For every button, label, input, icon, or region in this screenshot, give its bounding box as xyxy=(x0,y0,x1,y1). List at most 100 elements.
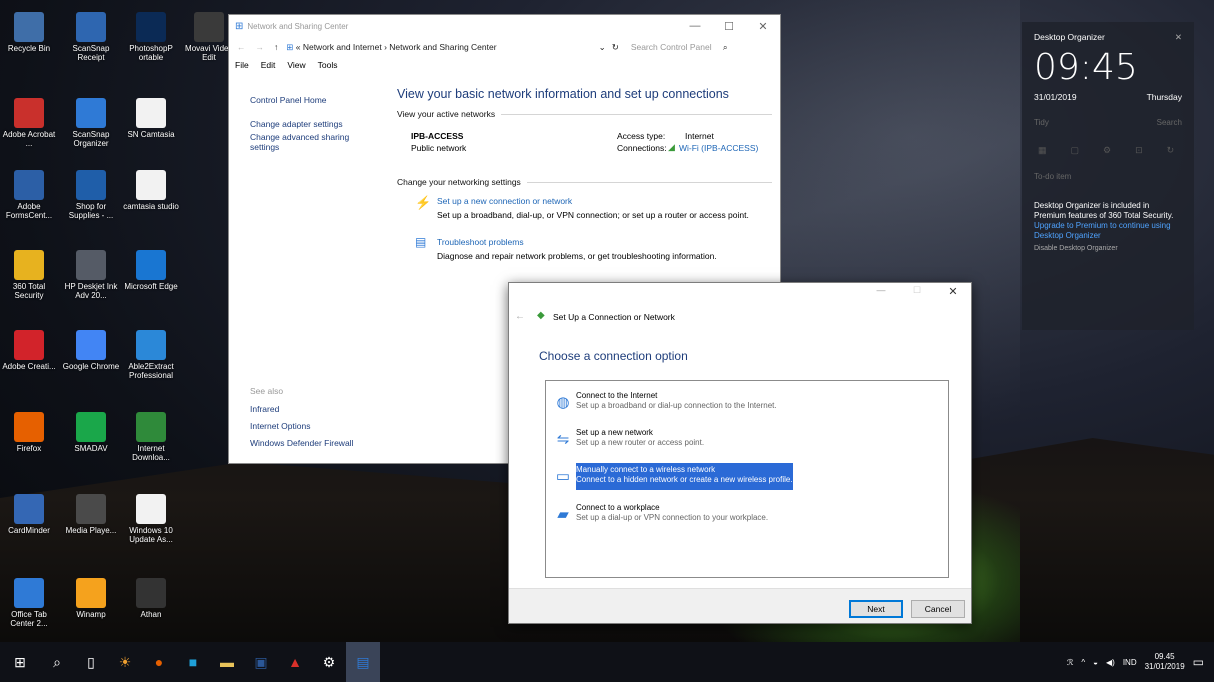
desktop-icon[interactable]: Internet Downloa... xyxy=(122,412,180,462)
search-input[interactable]: Search Control Panel xyxy=(631,42,723,52)
troubleshoot-link[interactable]: Troubleshoot problems xyxy=(437,237,524,247)
desktop-icon[interactable]: Able2Extract Professional xyxy=(122,330,180,380)
gear-icon[interactable]: ⚙ xyxy=(1103,145,1111,156)
desktop-icon[interactable]: Recycle Bin xyxy=(0,12,58,53)
desktop-icon[interactable]: 360 Total Security xyxy=(0,250,58,300)
option-manual-wireless[interactable]: ▭ Manually connect to a wireless network… xyxy=(550,463,942,490)
search-icon[interactable]: ⌕ xyxy=(40,642,74,682)
breadcrumb[interactable]: ⊞ « Network and Internet › Network and S… xyxy=(286,42,496,53)
internet-options-link[interactable]: Internet Options xyxy=(229,421,310,431)
desktop-icon[interactable]: Firefox xyxy=(0,412,58,453)
task-view-icon[interactable]: ▯ xyxy=(74,642,108,682)
maximize-button[interactable]: ☐ xyxy=(712,20,746,33)
desktop-icon[interactable]: HP Deskjet Ink Adv 20... xyxy=(62,250,120,300)
desktop-icon[interactable]: ScanSnap Organizer xyxy=(62,98,120,148)
taskbar-app-weather[interactable]: ☀ xyxy=(108,642,142,682)
desktop-icon[interactable]: ScanSnap Receipt xyxy=(62,12,120,62)
infrared-link[interactable]: Infrared xyxy=(229,404,279,414)
desktop-icon[interactable]: Athan xyxy=(122,578,180,619)
refresh-icon[interactable]: ↻ xyxy=(1167,145,1175,156)
taskbar-app-control-panel[interactable]: ▤ xyxy=(346,642,380,682)
cancel-button[interactable]: Cancel xyxy=(911,600,965,618)
desktop-icon[interactable]: SN Camtasia xyxy=(122,98,180,139)
desktop-icon[interactable]: camtasia studio xyxy=(122,170,180,211)
menu-tools[interactable]: Tools xyxy=(318,60,338,70)
network-icon[interactable]: ◒ xyxy=(1093,658,1098,667)
search-icon[interactable]: ⌕ xyxy=(723,42,728,53)
dropdown-chevron-icon[interactable]: ⌄ xyxy=(599,42,606,53)
desktop-icon[interactable]: Adobe Acrobat ... xyxy=(0,98,58,148)
grid-icon[interactable]: ▦ xyxy=(1038,145,1047,156)
next-button[interactable]: Next xyxy=(849,600,903,618)
dialog-maximize-button[interactable]: ☐ xyxy=(899,285,935,298)
option-connect-internet[interactable]: ◍ Connect to the Internet Set up a broadb… xyxy=(550,389,942,416)
taskbar-clock[interactable]: 09.45 31/01/2019 xyxy=(1145,652,1185,672)
taskbar-app-settings[interactable]: ⚙ xyxy=(312,642,346,682)
desktop-icon[interactable]: Adobe Creati... xyxy=(0,330,58,371)
organizer-close-icon[interactable]: ✕ xyxy=(1175,32,1182,43)
desktop-icon[interactable]: Google Chrome xyxy=(62,330,120,371)
desktop-icon[interactable]: SMADAV xyxy=(62,412,120,453)
option-new-network[interactable]: ⇋ Set up a new network Set up a new route… xyxy=(550,426,942,453)
settings-actions: ⚡ Set up a new connection or network Set… xyxy=(397,187,772,277)
desktop-icon-label: ScanSnap Receipt xyxy=(72,44,110,62)
desktop-icon-label: Google Chrome xyxy=(62,362,120,371)
dialog-back-arrow-icon[interactable]: ← xyxy=(515,311,525,322)
close-button[interactable]: ✕ xyxy=(746,20,780,33)
organizer-upgrade-link[interactable]: Upgrade to Premium to continue using Des… xyxy=(1022,221,1194,241)
desktop-icon[interactable]: PhotoshopP ortable xyxy=(122,12,180,62)
start-button[interactable]: ⊞ xyxy=(0,642,40,682)
desktop-icon[interactable]: Adobe FormsCent... xyxy=(0,170,58,220)
volume-icon[interactable]: ◀) xyxy=(1106,658,1115,667)
settings-icon[interactable]: ⊡ xyxy=(1135,145,1143,156)
connection-option-list: ◍ Connect to the Internet Set up a broadb… xyxy=(545,380,949,578)
menu-view[interactable]: View xyxy=(287,60,305,70)
organizer-tidy[interactable]: Tidy xyxy=(1034,118,1049,127)
menu-file[interactable]: File xyxy=(235,60,249,70)
advanced-sharing-link[interactable]: Change advanced sharing settings xyxy=(229,132,355,152)
taskbar-app-word[interactable]: ▣ xyxy=(244,642,278,682)
desktop-icon[interactable]: CardMinder xyxy=(0,494,58,535)
chevron-up-icon[interactable]: ^ xyxy=(1081,658,1085,667)
window-icon[interactable]: ▢ xyxy=(1071,145,1080,156)
taskbar-app-browser[interactable]: ■ xyxy=(176,642,210,682)
taskbar-app-acrobat[interactable]: ▲ xyxy=(278,642,312,682)
desktop-icon-label: Firefox xyxy=(16,444,42,453)
network-type[interactable]: Public network xyxy=(411,143,466,153)
dialog-minimize-button[interactable]: — xyxy=(863,285,899,298)
taskbar-app-firefox[interactable]: ● xyxy=(142,642,176,682)
up-arrow-icon[interactable]: ↑ xyxy=(274,42,278,52)
desktop-icon[interactable]: Shop for Supplies - ... xyxy=(62,170,120,220)
dialog-title: Set Up a Connection or Network xyxy=(553,312,675,322)
minimize-button[interactable]: — xyxy=(678,20,712,33)
refresh-icon[interactable]: ↻ xyxy=(612,42,619,53)
notification-icon[interactable]: ▭ xyxy=(1193,655,1204,669)
connections-link[interactable]: Wi-Fi (IPB-ACCESS) xyxy=(679,143,758,153)
control-panel-home-link[interactable]: Control Panel Home xyxy=(229,95,369,105)
taskbar-app-explorer[interactable]: ▬ xyxy=(210,642,244,682)
organizer-disable-link[interactable]: Disable Desktop Organizer xyxy=(1022,245,1194,252)
change-adapter-link[interactable]: Change adapter settings xyxy=(229,119,369,129)
wireless-computer-icon: ▭ xyxy=(555,468,571,485)
dialog-close-button[interactable]: ✕ xyxy=(935,285,971,298)
app-icon xyxy=(76,250,106,280)
setup-connection-link[interactable]: Set up a new connection or network xyxy=(437,196,572,206)
firewall-link[interactable]: Windows Defender Firewall xyxy=(229,438,353,448)
desktop-icon[interactable]: Winamp xyxy=(62,578,120,619)
desktop-icon[interactable]: Media Playe... xyxy=(62,494,120,535)
people-icon[interactable]: ℛ xyxy=(1067,658,1073,667)
menu-edit[interactable]: Edit xyxy=(261,60,276,70)
desktop-icon[interactable]: Windows 10 Update As... xyxy=(122,494,180,544)
desktop-icon[interactable]: Office Tab Center 2... xyxy=(0,578,58,628)
option-workplace[interactable]: ▰ Connect to a workplace Set up a dial-up… xyxy=(550,501,942,528)
forward-arrow-icon[interactable]: → xyxy=(256,42,265,52)
organizer-search[interactable]: Search xyxy=(1157,118,1182,127)
change-settings-label: Change your networking settings xyxy=(397,177,521,187)
organizer-todo[interactable]: To-do item xyxy=(1022,172,1194,181)
breadcrumb-nsc[interactable]: Network and Sharing Center xyxy=(389,42,496,52)
app-icon xyxy=(136,494,166,524)
breadcrumb-network-internet[interactable]: Network and Internet xyxy=(303,42,382,52)
language-indicator[interactable]: IND xyxy=(1123,658,1137,667)
back-arrow-icon[interactable]: ← xyxy=(237,42,246,52)
desktop-icon[interactable]: Microsoft Edge xyxy=(122,250,180,291)
